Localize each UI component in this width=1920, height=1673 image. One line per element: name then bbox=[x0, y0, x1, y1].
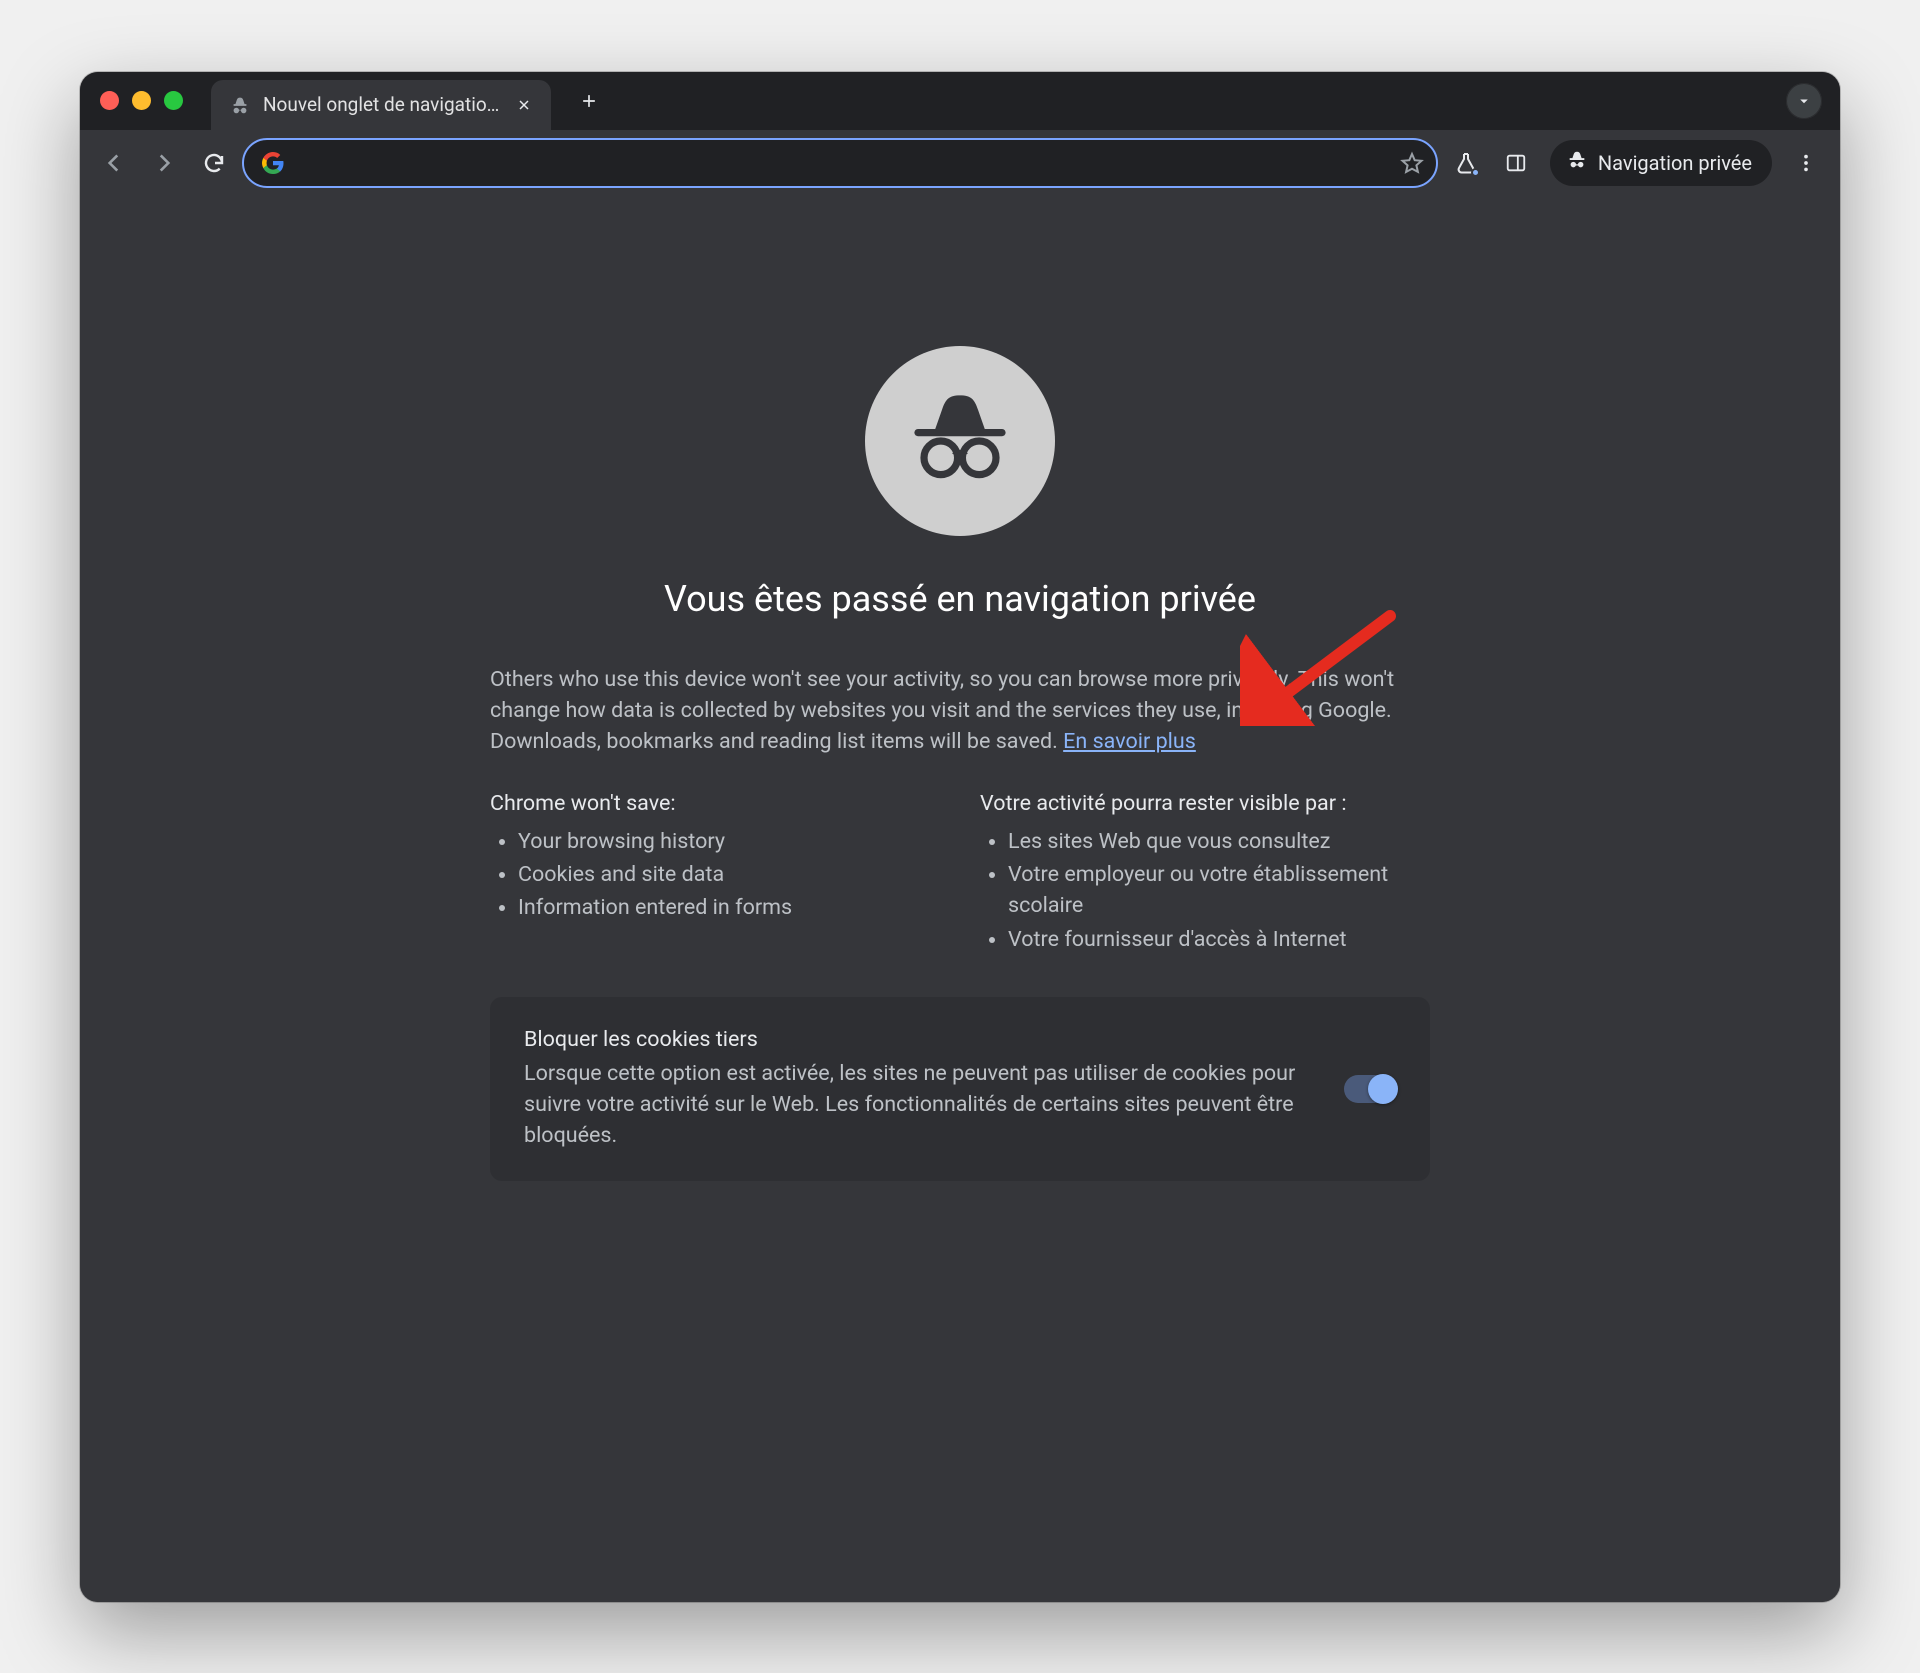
reload-button[interactable] bbox=[192, 141, 236, 185]
incognito-label: Navigation privée bbox=[1598, 151, 1752, 175]
third-party-cookies-card: Bloquer les cookies tiers Lorsque cette … bbox=[490, 997, 1430, 1182]
side-panel-icon[interactable] bbox=[1494, 141, 1538, 185]
description-text: Others who use this device won't see you… bbox=[490, 667, 1394, 754]
incognito-icon bbox=[1566, 149, 1588, 176]
tab-search-button[interactable] bbox=[1786, 83, 1822, 119]
address-bar[interactable] bbox=[242, 138, 1438, 188]
window-close[interactable] bbox=[100, 91, 119, 110]
back-button[interactable] bbox=[92, 141, 136, 185]
learn-more-link[interactable]: En savoir plus bbox=[1063, 729, 1196, 754]
incognito-indicator[interactable]: Navigation privée bbox=[1550, 140, 1772, 186]
window-maximize[interactable] bbox=[164, 91, 183, 110]
chrome-menu-button[interactable] bbox=[1784, 141, 1828, 185]
new-tab-button[interactable] bbox=[569, 81, 609, 121]
visible-to-title: Votre activité pourra rester visible par… bbox=[980, 791, 1430, 816]
wont-save-title: Chrome won't save: bbox=[490, 791, 940, 816]
toolbar: Navigation privée bbox=[80, 130, 1840, 196]
address-input[interactable] bbox=[298, 140, 1388, 186]
labs-flask-icon[interactable] bbox=[1444, 141, 1488, 185]
browser-tab[interactable]: Nouvel onglet de navigation privée bbox=[211, 80, 551, 130]
page-heading: Vous êtes passé en navigation privée bbox=[490, 578, 1430, 620]
page-content: Vous êtes passé en navigation privée Oth… bbox=[80, 196, 1840, 1602]
window-controls bbox=[100, 91, 183, 110]
tab-close-button[interactable] bbox=[513, 94, 535, 116]
cookies-card-title: Bloquer les cookies tiers bbox=[524, 1027, 1316, 1052]
visible-to-list: Les sites Web que vous consultez Votre e… bbox=[980, 826, 1430, 955]
incognito-tab-icon bbox=[229, 94, 251, 116]
list-item: Information entered in forms bbox=[518, 892, 940, 923]
cookies-card-description: Lorsque cette option est activée, les si… bbox=[524, 1058, 1316, 1152]
browser-window: Nouvel onglet de navigation privée bbox=[80, 72, 1840, 1602]
incognito-hero-icon bbox=[865, 346, 1055, 536]
window-minimize[interactable] bbox=[132, 91, 151, 110]
wont-save-list: Your browsing history Cookies and site d… bbox=[490, 826, 940, 924]
block-cookies-toggle[interactable] bbox=[1344, 1075, 1396, 1103]
tab-title: Nouvel onglet de navigation privée bbox=[263, 93, 501, 116]
visible-to-column: Votre activité pourra rester visible par… bbox=[980, 791, 1430, 957]
page-description: Others who use this device won't see you… bbox=[490, 664, 1430, 758]
toggle-knob bbox=[1368, 1074, 1398, 1104]
labs-notification-dot bbox=[1471, 168, 1480, 177]
bookmark-star-icon[interactable] bbox=[1400, 151, 1424, 175]
list-item: Votre fournisseur d'accès à Internet bbox=[1008, 924, 1430, 955]
list-item: Votre employeur ou votre établissement s… bbox=[1008, 859, 1430, 921]
wont-save-column: Chrome won't save: Your browsing history… bbox=[490, 791, 940, 957]
search-engine-icon bbox=[260, 150, 286, 176]
forward-button[interactable] bbox=[142, 141, 186, 185]
titlebar: Nouvel onglet de navigation privée bbox=[80, 72, 1840, 130]
list-item: Your browsing history bbox=[518, 826, 940, 857]
list-item: Les sites Web que vous consultez bbox=[1008, 826, 1430, 857]
list-item: Cookies and site data bbox=[518, 859, 940, 890]
info-columns: Chrome won't save: Your browsing history… bbox=[490, 791, 1430, 957]
